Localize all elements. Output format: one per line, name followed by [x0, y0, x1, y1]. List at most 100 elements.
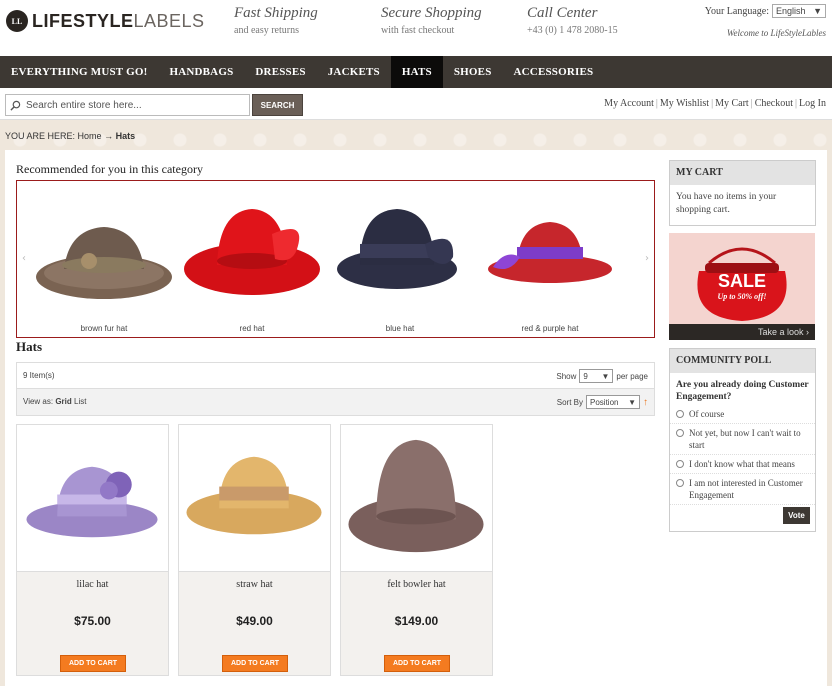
nav-item-accessories[interactable]: ACCESSORIES — [503, 56, 605, 88]
chevron-down-icon: ▼ — [601, 371, 610, 381]
community-poll-box: COMMUNITY POLL Are you already doing Cus… — [669, 348, 816, 532]
site-header: LL LIFESTYLE LABELS Fast Shipping and ea… — [0, 0, 832, 56]
poll-radio[interactable] — [676, 460, 684, 468]
chevron-down-icon: ▼ — [813, 6, 822, 16]
breadcrumb-prefix: YOU ARE HERE: — [5, 131, 76, 141]
search-button[interactable]: SEARCH — [252, 94, 303, 116]
add-to-cart-button[interactable]: ADD TO CART — [222, 655, 288, 672]
item-count: 9 Item(s) — [23, 371, 55, 380]
breadcrumb-current: Hats — [115, 131, 136, 141]
nav-item-handbags[interactable]: HANDBAGS — [158, 56, 244, 88]
promo-subtitle: +43 (0) 1 478 2080-15 — [527, 25, 618, 36]
toolbar-pager: 9 Item(s) Show 9 ▼ per page — [16, 362, 655, 389]
chevron-down-icon: ▼ — [628, 397, 636, 407]
poll-option-label: I am not interested in Customer Engageme… — [689, 478, 803, 500]
search-icon — [10, 100, 21, 111]
main-content: Recommended for you in this category ‹ ›… — [5, 150, 827, 686]
search-placeholder: Search entire store here... — [26, 99, 142, 111]
carousel-item[interactable]: brown fur hat — [29, 189, 179, 333]
poll-option-label: Of course — [689, 409, 725, 419]
nav-item-shoes[interactable]: SHOES — [443, 56, 503, 88]
view-list-link[interactable]: List — [74, 397, 86, 406]
carousel-item[interactable]: blue hat — [325, 189, 475, 333]
add-to-cart-button[interactable]: ADD TO CART — [60, 655, 126, 672]
promo-call-center: Call Center +43 (0) 1 478 2080-15 — [527, 5, 618, 36]
sort-by-value: Position — [590, 397, 619, 407]
promo-title: Call Center — [527, 5, 598, 21]
category-title: Hats — [16, 339, 42, 354]
carousel-next-icon[interactable]: › — [645, 253, 649, 264]
carousel-item[interactable]: red hat — [177, 189, 327, 333]
site-logo[interactable]: LL LIFESTYLE LABELS — [6, 9, 205, 33]
product-name[interactable]: straw hat — [179, 579, 330, 590]
breadcrumb-arrow: → — [104, 131, 114, 141]
nav-item-hats[interactable]: HATS — [390, 56, 443, 88]
carousel-prev-icon[interactable]: ‹ — [22, 253, 26, 264]
brown-fur-hat-image — [36, 227, 172, 299]
poll-title: COMMUNITY POLL — [670, 349, 815, 373]
product-price: $149.00 — [394, 614, 439, 628]
poll-radio[interactable] — [676, 410, 684, 418]
logo-mark-text: LL — [11, 16, 23, 26]
poll-option[interactable]: I am not interested in Customer Engageme… — [670, 474, 815, 505]
my-cart-link[interactable]: My Cart — [715, 98, 749, 109]
product-name[interactable]: felt bowler hat — [341, 579, 492, 590]
toolbar-sorter: View as: Grid List Sort By Position ▼ ↑ — [16, 389, 655, 416]
promo-subtitle: and easy returns — [234, 25, 299, 36]
nav-item-jackets[interactable]: JACKETS — [317, 56, 391, 88]
show-label: Show — [556, 371, 577, 381]
sale-title: SALE — [717, 271, 766, 291]
breadcrumb-home[interactable]: Home — [78, 131, 102, 141]
felt-bowler-hat-image[interactable] — [341, 425, 492, 572]
breadcrumb: YOU ARE HERE: Home → Hats — [5, 131, 135, 141]
poll-radio[interactable] — [676, 479, 684, 487]
language-label: Your Language: — [704, 5, 769, 17]
poll-option-label: I don't know what that means — [689, 459, 795, 469]
product-card: lilac hat $75.00 ADD TO CART — [16, 424, 169, 676]
promo-title: Fast Shipping — [234, 5, 318, 21]
logo-mark-icon: LL — [6, 10, 28, 32]
my-wishlist-link[interactable]: My Wishlist — [660, 98, 709, 109]
poll-radio[interactable] — [676, 429, 684, 437]
carousel-item[interactable]: red & purple hat — [475, 189, 625, 333]
poll-option[interactable]: I don't know what that means — [670, 455, 815, 474]
view-grid: Grid — [55, 397, 72, 406]
logo-name-bold: LIFESTYLE — [32, 10, 134, 31]
lilac-hat-image[interactable] — [17, 425, 168, 572]
log-in-link[interactable]: Log In — [799, 98, 826, 109]
per-page-label: per page — [616, 371, 648, 381]
language-select[interactable]: English ▼ — [772, 4, 826, 18]
promo-shipping: Fast Shipping and easy returns — [234, 5, 318, 36]
per-page-select[interactable]: 9 ▼ — [579, 369, 614, 383]
nav-item-everything-must-go[interactable]: EVERYTHING MUST GO! — [0, 56, 158, 88]
straw-hat-image[interactable] — [179, 425, 330, 572]
poll-option[interactable]: Not yet, but now I can't wait to start — [670, 424, 815, 455]
my-account-link[interactable]: My Account — [604, 98, 654, 109]
carousel-item-label: red & purple hat — [521, 324, 579, 333]
search-input[interactable]: Search entire store here... — [5, 94, 250, 116]
sort-direction-icon[interactable]: ↑ — [643, 397, 648, 408]
red-purple-hat-image — [488, 222, 612, 283]
account-links: My Account | My Wishlist | My Cart | Checko… — [604, 98, 826, 109]
vote-button[interactable]: Vote — [783, 507, 810, 524]
per-page-value: 9 — [583, 371, 588, 381]
blue-hat-image — [337, 209, 457, 289]
nav-item-dresses[interactable]: DRESSES — [244, 56, 316, 88]
sale-banner[interactable]: SALE Up to 50% off! Take a look › — [669, 233, 815, 340]
main-nav: EVERYTHING MUST GO! HANDBAGS DRESSES JAC… — [0, 56, 832, 88]
carousel-item-label: blue hat — [385, 324, 415, 333]
view-as-label: View as: — [23, 397, 54, 406]
cart-message: You have no items in your shopping cart. — [676, 192, 777, 215]
sale-subtitle: Up to 50% off! — [717, 292, 767, 301]
checkout-link[interactable]: Checkout — [755, 98, 793, 109]
poll-question: Are you already doing Customer Engagemen… — [676, 380, 809, 402]
sort-by-select[interactable]: Position ▼ — [586, 395, 640, 409]
sort-by-label: Sort By — [556, 397, 583, 407]
add-to-cart-button[interactable]: ADD TO CART — [384, 655, 450, 672]
product-name[interactable]: lilac hat — [17, 579, 168, 590]
welcome-message: Welcome to LifeStyleLables — [726, 28, 826, 38]
take-a-look-link[interactable]: Take a look › — [669, 324, 815, 340]
poll-option[interactable]: Of course — [670, 405, 815, 424]
product-price: $75.00 — [74, 614, 111, 628]
product-card: straw hat $49.00 ADD TO CART — [178, 424, 331, 676]
